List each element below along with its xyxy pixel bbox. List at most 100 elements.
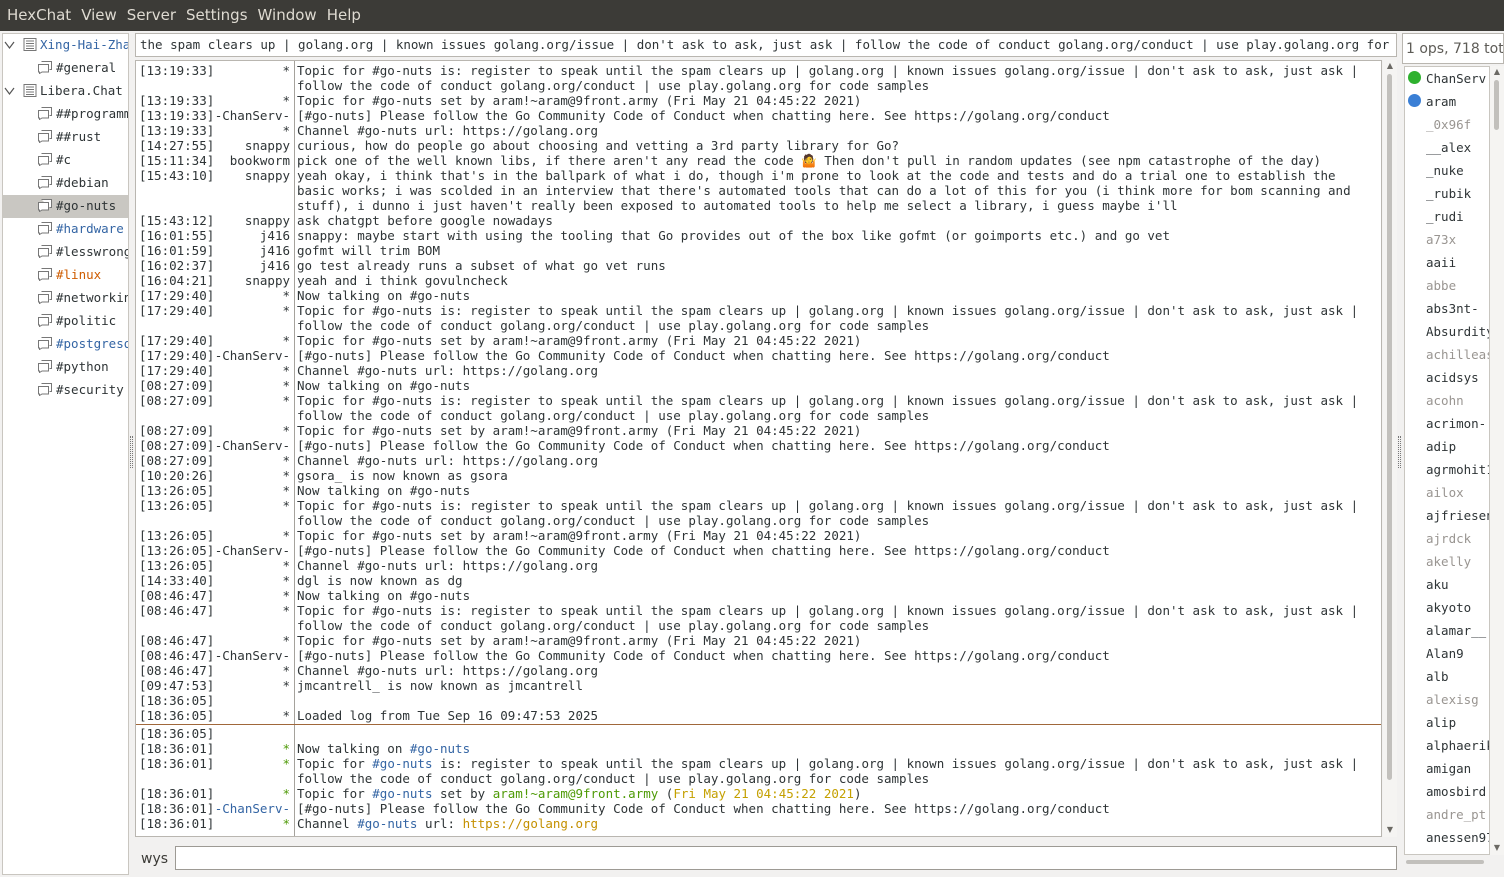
user-list-item[interactable]: aku (1405, 573, 1489, 596)
user-list-item[interactable]: alphaerik (1405, 734, 1489, 757)
message-text: Topic for #go-nuts is: register to speak… (297, 393, 1366, 423)
user-list-item[interactable]: Absurdity (1405, 320, 1489, 343)
user-list-item[interactable]: anessen97 (1405, 826, 1489, 849)
message-input[interactable] (175, 846, 1397, 870)
channel-link[interactable]: #go-nuts (372, 756, 432, 771)
scroll-up-icon[interactable]: ▲ (1386, 62, 1394, 70)
host-link[interactable]: aram!~aram@9front.army (493, 786, 659, 801)
menu-hexchat[interactable]: HexChat (2, 0, 76, 31)
tree-channel[interactable]: #c (3, 149, 128, 172)
expander-arrow-icon[interactable] (4, 40, 15, 50)
user-hscroll-thumb[interactable] (1406, 860, 1484, 864)
user-list-item[interactable]: achilleas (1405, 343, 1489, 366)
tree-channel[interactable]: #general (3, 57, 128, 80)
channel-link[interactable]: #go-nuts (410, 741, 470, 756)
user-list-item[interactable]: agrmohit1 (1405, 458, 1489, 481)
chat-bubble-icon (38, 130, 52, 143)
url-link[interactable]: https://golang.org (463, 816, 598, 831)
user-list-item[interactable]: aaii (1405, 251, 1489, 274)
message-text: gofmt will trim BOM (297, 243, 440, 258)
user-list-item[interactable]: akyoto (1405, 596, 1489, 619)
user-name: akyoto (1426, 600, 1472, 615)
user-list-item[interactable]: adip (1405, 435, 1489, 458)
tree-network[interactable]: Xing-Hai-Zhan (3, 34, 128, 57)
menu-help[interactable]: Help (322, 0, 366, 31)
timestamp: [10:20:26] (139, 468, 215, 483)
chat-line: [15:11:34] bookworm pick one of the well k… (136, 153, 1381, 168)
tree-channel[interactable]: #lesswrong (3, 241, 128, 264)
chat-view[interactable]: [13:19:33] * Topic for #go-nuts is: regist… (135, 60, 1382, 837)
user-list-item[interactable]: alb (1405, 665, 1489, 688)
tree-channel[interactable]: #security (3, 379, 128, 402)
user-list-item[interactable]: ajfriesen (1405, 504, 1489, 527)
scroll-down-icon[interactable]: ▼ (1386, 826, 1394, 834)
user-list-scrollbar[interactable]: ▲ ▼ (1490, 66, 1504, 855)
user-list-item[interactable]: akelly (1405, 550, 1489, 573)
user-list-item[interactable]: acrimon- (1405, 412, 1489, 435)
menu-settings[interactable]: Settings (181, 0, 253, 31)
menu-window[interactable]: Window (253, 0, 322, 31)
tree-channel[interactable]: #networking (3, 287, 128, 310)
timestamp: [08:27:09] (139, 393, 215, 408)
tree-channel[interactable]: #postgresql (3, 333, 128, 356)
channel-link[interactable]: #go-nuts (357, 816, 417, 831)
nick-button[interactable]: wys (137, 848, 173, 870)
user-list-item[interactable]: alip (1405, 711, 1489, 734)
message-text: Now talking on #go-nuts (292, 741, 1372, 756)
nick: * (282, 363, 290, 378)
tree-channel[interactable]: ##programming (3, 103, 128, 126)
tree-channel[interactable]: ##rust (3, 126, 128, 149)
user-list-item[interactable]: _rubik (1405, 182, 1489, 205)
user-list-item[interactable]: __alex (1405, 136, 1489, 159)
channel-link[interactable]: #go-nuts (372, 786, 432, 801)
chat-line: [08:27:09] -ChanServ- [#go-nuts] Please fo… (136, 438, 1381, 453)
user-name: ChanServ (1426, 71, 1487, 86)
user-list-item[interactable]: a73x (1405, 228, 1489, 251)
user-list-item[interactable]: acidsys (1405, 366, 1489, 389)
user-list-item[interactable]: amigan (1405, 757, 1489, 780)
message-text: Topic for #go-nuts is: register to speak… (297, 498, 1366, 528)
user-list-item[interactable]: abbe (1405, 274, 1489, 297)
menu-server[interactable]: Server (122, 0, 181, 31)
user-list-item[interactable]: ChanServ (1405, 67, 1489, 90)
user-list-item[interactable]: ailox (1405, 481, 1489, 504)
chat-scroll-thumb[interactable] (1387, 74, 1392, 780)
user-list-item[interactable]: ajrdck (1405, 527, 1489, 550)
chat-line: [17:29:40] -ChanServ- [#go-nuts] Please fo… (136, 348, 1381, 363)
chat-scrollbar[interactable]: ▲ ▼ (1383, 60, 1397, 837)
user-list-item[interactable]: abs3nt- (1405, 297, 1489, 320)
user-list-item[interactable]: andre_pt (1405, 803, 1489, 826)
tree-channel[interactable]: #python (3, 356, 128, 379)
user-name: acohn (1426, 393, 1464, 408)
user-list-item[interactable]: alexisg (1405, 688, 1489, 711)
user-list-item[interactable]: Alan9 (1405, 642, 1489, 665)
user-list-item[interactable]: _nuke (1405, 159, 1489, 182)
user-scroll-thumb[interactable] (1494, 80, 1499, 130)
user-list-item[interactable]: alamar__ (1405, 619, 1489, 642)
left-pane-grip[interactable] (130, 436, 133, 468)
user-list-hscrollbar[interactable] (1404, 857, 1490, 865)
tree-channel[interactable]: #go-nuts (3, 195, 128, 218)
chat-bubble-icon (38, 107, 52, 120)
message-text: Topic for #go-nuts set by aram!~aram@9fr… (297, 633, 862, 648)
nick: * (282, 633, 290, 648)
tree-channel[interactable]: #debian (3, 172, 128, 195)
tree-network[interactable]: Libera.Chat (3, 80, 128, 103)
scroll-up-icon[interactable]: ▲ (1493, 68, 1501, 76)
menu-view[interactable]: View (76, 0, 122, 31)
scroll-down-icon[interactable]: ▼ (1493, 844, 1501, 852)
expander-arrow-icon[interactable] (4, 86, 15, 96)
user-list-item[interactable]: _rudi (1405, 205, 1489, 228)
user-list-item[interactable]: _0x96f (1405, 113, 1489, 136)
chat-line: [17:29:40] * Now talking on #go-nuts (136, 288, 1381, 303)
nick: * (282, 93, 290, 108)
user-list-item[interactable]: aram (1405, 90, 1489, 113)
right-pane-grip[interactable] (1398, 436, 1401, 468)
timestamp: [18:36:05] (139, 726, 215, 741)
user-list-item[interactable]: amosbird (1405, 780, 1489, 803)
tree-channel[interactable]: #hardware (3, 218, 128, 241)
topic-bar[interactable]: the spam clears up | golang.org | known … (135, 33, 1397, 57)
user-list-item[interactable]: acohn (1405, 389, 1489, 412)
tree-channel[interactable]: #linux (3, 264, 128, 287)
tree-channel[interactable]: #politic (3, 310, 128, 333)
